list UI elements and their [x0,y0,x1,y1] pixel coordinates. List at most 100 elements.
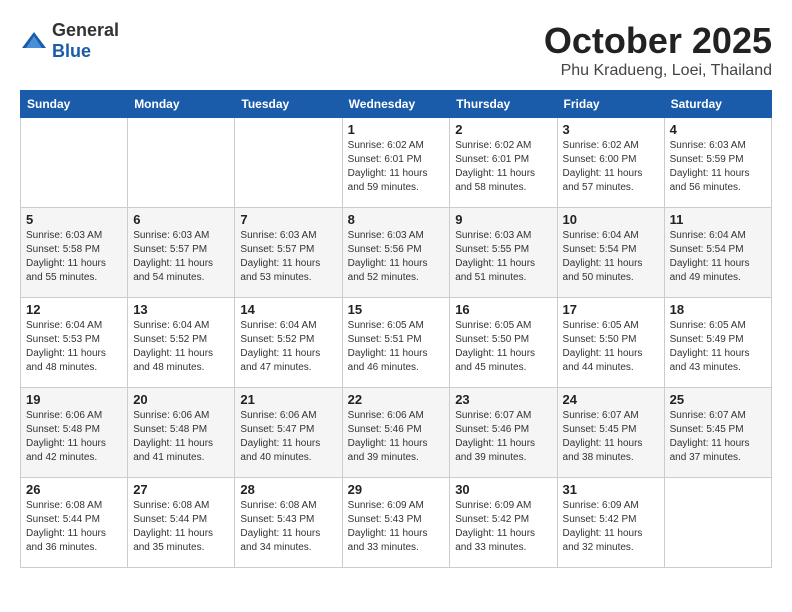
calendar-cell: 18 Sunrise: 6:05 AM Sunset: 5:49 PM Dayli… [664,298,771,388]
day-info: Sunrise: 6:09 AM Sunset: 5:43 PM Dayligh… [348,499,445,555]
day-number: 21 [240,392,336,407]
day-info: Sunrise: 6:04 AM Sunset: 5:53 PM Dayligh… [26,319,122,375]
day-number: 30 [455,482,551,497]
day-number: 14 [240,302,336,317]
day-number: 19 [26,392,122,407]
weekday-header-friday: Friday [557,91,664,118]
calendar-cell: 5 Sunrise: 6:03 AM Sunset: 5:58 PM Daylig… [21,208,128,298]
day-info: Sunrise: 6:07 AM Sunset: 5:45 PM Dayligh… [670,409,766,465]
day-number: 9 [455,212,551,227]
weekday-header-wednesday: Wednesday [342,91,450,118]
calendar-cell: 23 Sunrise: 6:07 AM Sunset: 5:46 PM Dayli… [450,388,557,478]
calendar-cell: 19 Sunrise: 6:06 AM Sunset: 5:48 PM Dayli… [21,388,128,478]
day-info: Sunrise: 6:07 AM Sunset: 5:45 PM Dayligh… [563,409,659,465]
calendar-cell: 14 Sunrise: 6:04 AM Sunset: 5:52 PM Dayli… [235,298,342,388]
weekday-header-monday: Monday [128,91,235,118]
calendar-cell [128,118,235,208]
day-info: Sunrise: 6:04 AM Sunset: 5:52 PM Dayligh… [133,319,229,375]
day-number: 5 [26,212,122,227]
calendar-cell: 20 Sunrise: 6:06 AM Sunset: 5:48 PM Dayli… [128,388,235,478]
calendar-cell: 28 Sunrise: 6:08 AM Sunset: 5:43 PM Dayli… [235,478,342,568]
day-info: Sunrise: 6:06 AM Sunset: 5:46 PM Dayligh… [348,409,445,465]
calendar-cell: 10Sunrise: 6:04 AM Sunset: 5:54 PM Dayli… [557,208,664,298]
calendar-cell: 4 Sunrise: 6:03 AM Sunset: 5:59 PM Daylig… [664,118,771,208]
day-info: Sunrise: 6:04 AM Sunset: 5:52 PM Dayligh… [240,319,336,375]
day-info: Sunrise: 6:03 AM Sunset: 5:57 PM Dayligh… [240,229,336,285]
day-info: Sunrise: 6:02 AM Sunset: 6:01 PM Dayligh… [348,139,445,195]
logo-text-blue: Blue [52,41,91,61]
week-row-2: 12 Sunrise: 6:04 AM Sunset: 5:53 PM Dayli… [21,298,772,388]
calendar-cell: 1 Sunrise: 6:02 AM Sunset: 6:01 PM Daylig… [342,118,450,208]
day-number: 1 [348,122,445,137]
day-number: 23 [455,392,551,407]
week-row-3: 19 Sunrise: 6:06 AM Sunset: 5:48 PM Dayli… [21,388,772,478]
calendar-cell: 6 Sunrise: 6:03 AM Sunset: 5:57 PM Daylig… [128,208,235,298]
day-info: Sunrise: 6:03 AM Sunset: 5:59 PM Dayligh… [670,139,766,195]
calendar-cell: 13 Sunrise: 6:04 AM Sunset: 5:52 PM Dayli… [128,298,235,388]
weekday-header-thursday: Thursday [450,91,557,118]
day-number: 3 [563,122,659,137]
day-number: 25 [670,392,766,407]
calendar-cell [235,118,342,208]
month-title: October 2025 [544,20,772,62]
day-number: 13 [133,302,229,317]
calendar-cell: 26 Sunrise: 6:08 AM Sunset: 5:44 PM Dayli… [21,478,128,568]
day-number: 12 [26,302,122,317]
day-info: Sunrise: 6:02 AM Sunset: 6:01 PM Dayligh… [455,139,551,195]
logo-icon [20,30,48,52]
day-info: Sunrise: 6:06 AM Sunset: 5:48 PM Dayligh… [26,409,122,465]
day-number: 4 [670,122,766,137]
day-number: 17 [563,302,659,317]
day-number: 26 [26,482,122,497]
day-info: Sunrise: 6:09 AM Sunset: 5:42 PM Dayligh… [563,499,659,555]
calendar-cell: 22Sunrise: 6:06 AM Sunset: 5:46 PM Dayli… [342,388,450,478]
day-info: Sunrise: 6:06 AM Sunset: 5:48 PM Dayligh… [133,409,229,465]
day-info: Sunrise: 6:05 AM Sunset: 5:49 PM Dayligh… [670,319,766,375]
day-number: 29 [348,482,445,497]
calendar-cell: 31 Sunrise: 6:09 AM Sunset: 5:42 PM Dayli… [557,478,664,568]
day-info: Sunrise: 6:05 AM Sunset: 5:50 PM Dayligh… [563,319,659,375]
calendar-cell: 25 Sunrise: 6:07 AM Sunset: 5:45 PM Dayli… [664,388,771,478]
calendar-cell: 2Sunrise: 6:02 AM Sunset: 6:01 PM Daylig… [450,118,557,208]
calendar-table: SundayMondayTuesdayWednesdayThursdayFrid… [20,90,772,568]
day-number: 20 [133,392,229,407]
day-info: Sunrise: 6:02 AM Sunset: 6:00 PM Dayligh… [563,139,659,195]
calendar-cell: 27Sunrise: 6:08 AM Sunset: 5:44 PM Dayli… [128,478,235,568]
day-number: 8 [348,212,445,227]
day-number: 28 [240,482,336,497]
weekday-header-saturday: Saturday [664,91,771,118]
day-number: 15 [348,302,445,317]
day-info: Sunrise: 6:08 AM Sunset: 5:43 PM Dayligh… [240,499,336,555]
weekday-header-row: SundayMondayTuesdayWednesdayThursdayFrid… [21,91,772,118]
day-info: Sunrise: 6:05 AM Sunset: 5:51 PM Dayligh… [348,319,445,375]
logo: General Blue [20,20,119,62]
day-number: 24 [563,392,659,407]
calendar-cell: 12 Sunrise: 6:04 AM Sunset: 5:53 PM Dayli… [21,298,128,388]
day-info: Sunrise: 6:04 AM Sunset: 5:54 PM Dayligh… [670,229,766,285]
day-number: 11 [670,212,766,227]
calendar-cell: 17 Sunrise: 6:05 AM Sunset: 5:50 PM Dayli… [557,298,664,388]
day-number: 18 [670,302,766,317]
calendar-cell: 16Sunrise: 6:05 AM Sunset: 5:50 PM Dayli… [450,298,557,388]
calendar-cell [21,118,128,208]
day-info: Sunrise: 6:03 AM Sunset: 5:58 PM Dayligh… [26,229,122,285]
calendar-cell: 3 Sunrise: 6:02 AM Sunset: 6:00 PM Daylig… [557,118,664,208]
day-info: Sunrise: 6:07 AM Sunset: 5:46 PM Dayligh… [455,409,551,465]
day-number: 31 [563,482,659,497]
header: General Blue October 2025 Phu Kradueng, … [20,20,772,80]
day-info: Sunrise: 6:06 AM Sunset: 5:47 PM Dayligh… [240,409,336,465]
day-number: 6 [133,212,229,227]
calendar-cell [664,478,771,568]
day-number: 16 [455,302,551,317]
calendar-cell: 8Sunrise: 6:03 AM Sunset: 5:56 PM Daylig… [342,208,450,298]
day-info: Sunrise: 6:08 AM Sunset: 5:44 PM Dayligh… [26,499,122,555]
day-info: Sunrise: 6:04 AM Sunset: 5:54 PM Dayligh… [563,229,659,285]
calendar-cell: 21 Sunrise: 6:06 AM Sunset: 5:47 PM Dayli… [235,388,342,478]
calendar-cell: 15 Sunrise: 6:05 AM Sunset: 5:51 PM Dayli… [342,298,450,388]
day-number: 27 [133,482,229,497]
logo-text-general: General [52,20,119,40]
day-info: Sunrise: 6:03 AM Sunset: 5:55 PM Dayligh… [455,229,551,285]
day-info: Sunrise: 6:03 AM Sunset: 5:57 PM Dayligh… [133,229,229,285]
day-number: 7 [240,212,336,227]
calendar-cell: 30Sunrise: 6:09 AM Sunset: 5:42 PM Dayli… [450,478,557,568]
